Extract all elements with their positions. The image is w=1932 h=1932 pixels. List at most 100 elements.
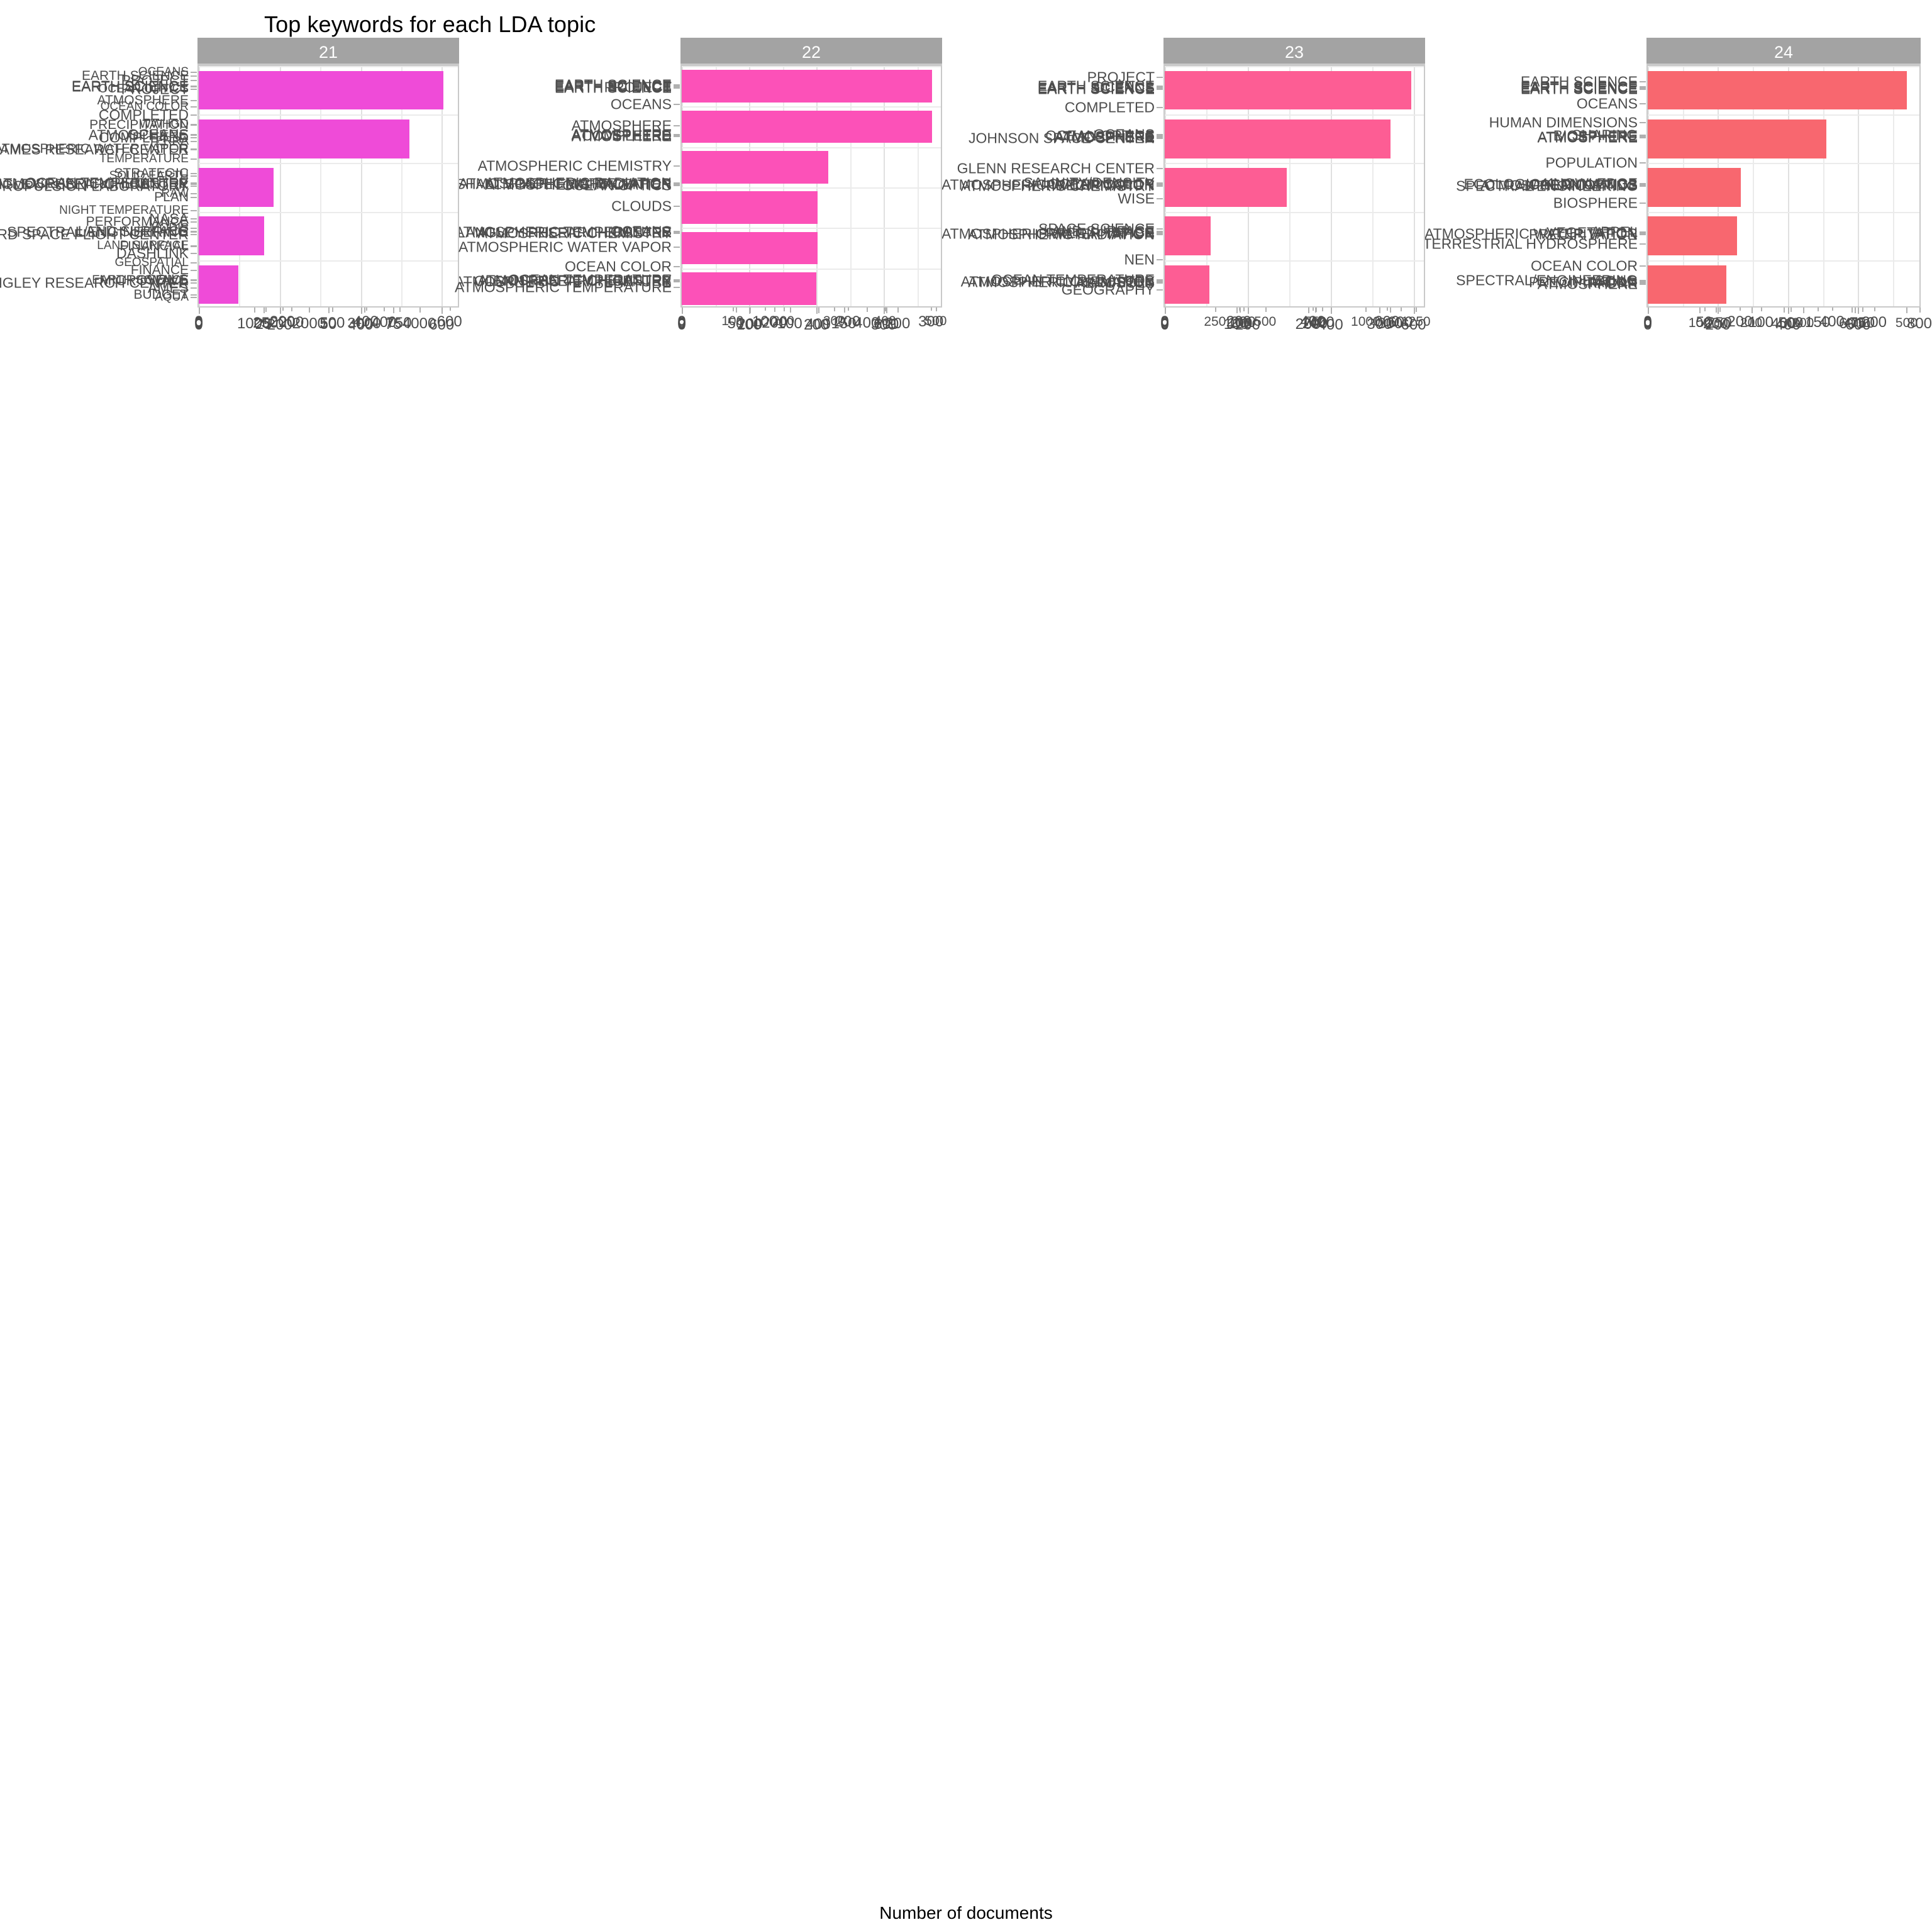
- y-axis-tick-label: GODDARD SPACE FLIGHT CENTER: [0, 226, 189, 243]
- bar: [1648, 168, 1741, 207]
- y-axis-tick-label: RADAR: [1587, 274, 1638, 291]
- gridline-horizontal: [1165, 114, 1424, 116]
- y-axis-tick: [191, 245, 197, 247]
- y-axis-labels: PROJECT COMPLETED JET PROPULSION LABORATOR…: [0, 65, 189, 308]
- bar: [1648, 216, 1738, 256]
- bar: [1648, 119, 1827, 158]
- y-axis-tick: [191, 253, 197, 255]
- x-axis-tick-label: 100: [736, 316, 762, 333]
- x-axis-tick-label: 400: [1775, 316, 1801, 333]
- y-axis-tick-label: ATMOSPHERIC CHEMISTRY: [960, 177, 1155, 194]
- x-axis-tick: [1802, 307, 1804, 313]
- x-axis-tick-label: 300: [871, 316, 897, 333]
- y-axis-tick: [674, 286, 680, 288]
- chart-root: Top keywords for each LDA topic 1EARTH S…: [0, 0, 1932, 1932]
- x-axis-tick: [884, 308, 886, 314]
- bar: [1165, 70, 1412, 110]
- x-axis-tick: [1236, 307, 1238, 313]
- bar: [682, 70, 933, 103]
- bar: [199, 70, 444, 110]
- gridline-horizontal: [1165, 211, 1424, 213]
- y-axis-tick-label: ATMOSPHERIC TEMPERATURE: [454, 279, 672, 296]
- x-axis-title: Number of documents: [879, 1903, 1053, 1923]
- y-axis-tick: [191, 88, 197, 90]
- x-axis-tick: [1413, 308, 1415, 314]
- x-axis-tick: [199, 308, 200, 314]
- y-axis-tick: [1157, 77, 1163, 79]
- y-axis-tick: [674, 165, 680, 167]
- gridline-horizontal: [199, 211, 458, 213]
- y-axis-tick-label: ATMOSPHERIC RADIATION: [968, 226, 1155, 243]
- y-axis-tick: [674, 104, 680, 106]
- facet-grid: 1EARTH SCIENCEOCEANSOCEAN TEMPERATURELAN…: [0, 35, 1932, 1872]
- plot-area: [197, 65, 459, 308]
- y-axis-tick: [1157, 228, 1163, 230]
- gridline-horizontal: [1648, 211, 1919, 213]
- x-axis-tick-label: 200: [1705, 316, 1731, 333]
- y-axis-tick: [191, 75, 197, 77]
- y-axis-tick: [674, 246, 680, 248]
- y-axis-labels: EARTH SCIENCE ATMOSPHERE SPECTRAL/ENGINEER…: [1449, 65, 1638, 308]
- y-axis-tick: [1640, 265, 1646, 267]
- y-axis-tick: [191, 218, 197, 220]
- x-axis-tick: [1648, 308, 1649, 314]
- plot-area: [1646, 65, 1921, 308]
- gridline-vertical: [1413, 66, 1415, 306]
- x-axis-tick: [749, 308, 750, 314]
- y-axis-tick: [191, 141, 197, 143]
- gridline-horizontal: [1165, 260, 1424, 262]
- x-axis-tick: [1858, 308, 1860, 314]
- bar: [1648, 70, 1907, 110]
- y-axis-tick: [191, 172, 197, 174]
- y-axis-tick: [191, 124, 197, 126]
- plot-area: [680, 65, 942, 308]
- y-axis-tick: [191, 221, 197, 223]
- x-axis-tick-label: 400: [348, 316, 374, 333]
- y-axis-tick-label: PROJECT: [121, 80, 189, 97]
- y-axis-tick: [191, 99, 197, 101]
- y-axis-tick: [191, 282, 197, 284]
- y-axis-tick: [191, 134, 197, 136]
- x-axis-tick: [393, 307, 394, 313]
- x-axis-tick: [1855, 307, 1857, 313]
- y-axis-tick-label: EARTH SCIENCE: [554, 76, 672, 93]
- y-axis-tick: [1157, 136, 1163, 138]
- x-axis-tick-label: 250: [1204, 314, 1226, 329]
- x-axis-tick-label: 200: [803, 316, 830, 333]
- x-axis-tick-label: 75: [384, 316, 402, 333]
- y-axis-tick: [674, 281, 680, 283]
- facet-panel: 23 EARTH SCIENCE ATMOSPHERE ATMOSPHERIC CHE…: [961, 38, 1449, 333]
- y-axis-tick: [674, 135, 680, 137]
- y-axis-tick: [674, 233, 680, 235]
- y-axis-tick: [1157, 167, 1163, 169]
- gridline-horizontal: [199, 66, 458, 67]
- y-axis-tick-label: EARTH SCIENCE: [1037, 80, 1155, 97]
- y-axis-tick: [674, 265, 680, 267]
- y-axis-labels: EARTH SCIENCE ATMOSPHERE ATMOSPHERIC CHEMI…: [961, 65, 1155, 308]
- gridline-horizontal: [682, 147, 941, 148]
- x-axis-tick: [264, 307, 265, 313]
- y-axis-tick: [1640, 81, 1646, 83]
- y-axis-tick: [1640, 282, 1646, 284]
- y-axis-tick: [1640, 243, 1646, 245]
- x-axis-tick-label: 100: [777, 315, 802, 332]
- x-axis-tick: [1165, 308, 1166, 314]
- x-axis-tick-label: 200: [267, 316, 292, 333]
- bar: [682, 272, 817, 305]
- y-axis-tick: [191, 184, 197, 185]
- x-axis-tick-label: 0: [1160, 316, 1169, 333]
- y-axis-tick-label: ATMOSPHERE: [571, 117, 672, 133]
- y-axis-tick: [674, 87, 680, 89]
- bar: [682, 231, 818, 265]
- x-axis-tick-label: 400: [1318, 316, 1343, 333]
- y-axis-tick: [191, 234, 197, 236]
- y-axis-tick: [191, 136, 197, 138]
- x-axis-tick-label: 200: [1740, 316, 1763, 330]
- y-axis-tick: [1157, 186, 1163, 187]
- y-axis-tick: [1157, 289, 1163, 291]
- gridline-horizontal: [682, 228, 941, 230]
- gridline-horizontal: [1648, 114, 1919, 116]
- bar: [1165, 168, 1287, 207]
- gridline-horizontal: [682, 268, 941, 270]
- y-axis-tick: [1157, 107, 1163, 109]
